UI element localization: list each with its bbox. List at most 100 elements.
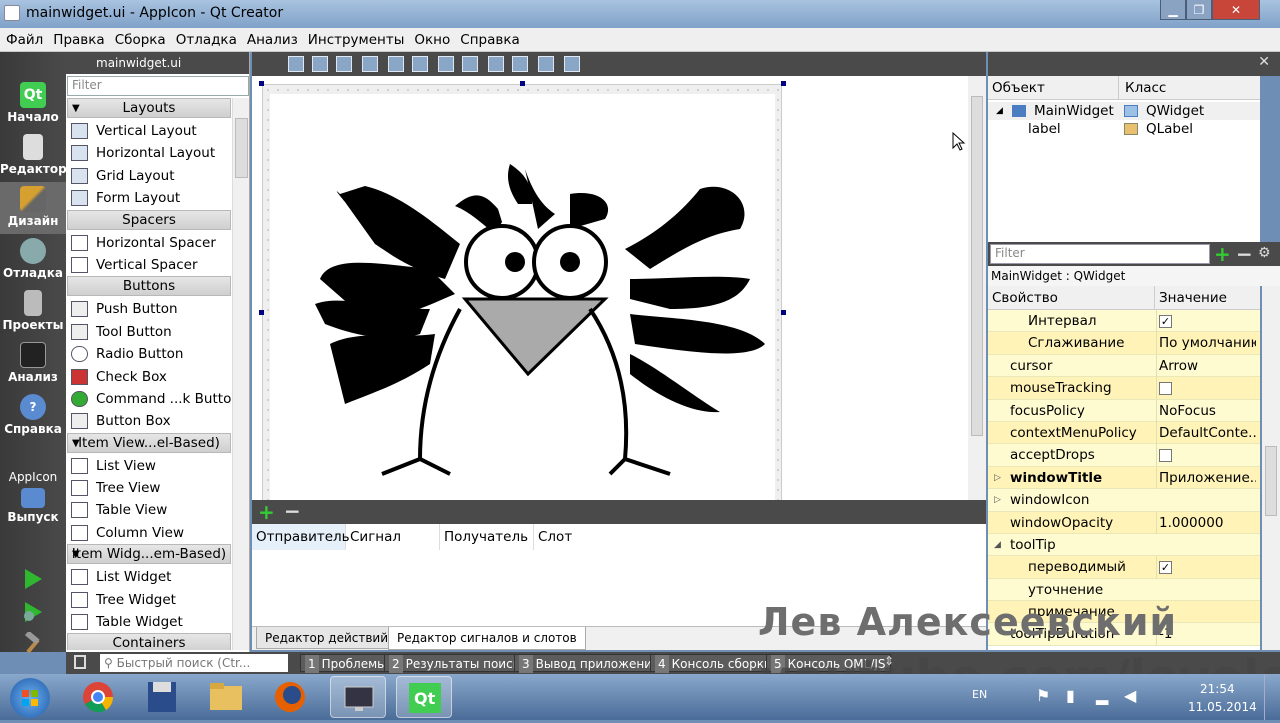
tree-row-mainwidget[interactable]: ◢ MainWidget QWidget	[988, 102, 1260, 120]
widget-radio-button[interactable]: Radio Button	[67, 343, 231, 365]
property-row[interactable]: Интервал ✓	[988, 310, 1260, 333]
category-containers[interactable]: Containers	[67, 633, 231, 650]
widget-vertical-layout[interactable]: Vertical Layout	[67, 120, 231, 142]
mode-projects[interactable]: Проекты	[0, 286, 66, 338]
add-connection-button[interactable]: +	[258, 502, 275, 522]
expand-arrow-icon[interactable]: ◢	[994, 534, 1001, 556]
category-layouts[interactable]: ▼ Layouts	[67, 98, 231, 118]
label-widget[interactable]	[270, 94, 775, 504]
widget-grid-layout[interactable]: Grid Layout	[67, 165, 231, 187]
widget-filter-input[interactable]: Filter	[67, 76, 249, 96]
widget-tool-button[interactable]: Tool Button	[67, 321, 231, 343]
mode-help[interactable]: ? Справка	[0, 390, 66, 442]
property-value[interactable]: Arrow	[1156, 354, 1256, 377]
category-item-widgets[interactable]: ▼ Item Widg...em-Based)	[67, 544, 231, 565]
column-object[interactable]: Объект	[992, 76, 1045, 100]
taskbar-save[interactable]	[134, 676, 190, 718]
category-spacers[interactable]: Spacers	[67, 209, 231, 230]
widget-command-link-button[interactable]: Command ...k Button	[67, 388, 231, 410]
canvas-scrollbar[interactable]	[968, 76, 986, 500]
column-signal[interactable]: Сигнал	[346, 524, 440, 550]
property-row[interactable]: windowOpacity 1.000000	[988, 511, 1260, 534]
menu-analyze[interactable]: Анализ	[247, 32, 298, 48]
mode-edit[interactable]: Редактор	[0, 130, 67, 182]
language-indicator[interactable]: EN	[972, 688, 987, 701]
layout-splitter-h-icon[interactable]	[438, 56, 454, 72]
column-slot[interactable]: Слот	[534, 524, 986, 550]
tab-action-editor[interactable]: Редактор действий	[256, 627, 398, 649]
widget-list-widget[interactable]: List Widget	[67, 566, 231, 588]
widget-list-view[interactable]: List View	[67, 455, 231, 477]
widget-horizontal-spacer[interactable]: Horizontal Spacer	[67, 232, 231, 254]
widget-push-button[interactable]: Push Button	[67, 298, 231, 320]
resize-handle[interactable]	[520, 81, 525, 86]
property-value[interactable]: NoFocus	[1156, 399, 1256, 422]
mode-design[interactable]: Дизайн	[0, 182, 66, 234]
menu-edit[interactable]: Правка	[53, 32, 104, 48]
break-layout-icon[interactable]	[538, 56, 554, 72]
resize-handle[interactable]	[781, 81, 786, 86]
column-sender[interactable]: Отправитель	[252, 524, 350, 550]
resize-handle[interactable]	[781, 310, 786, 315]
column-property[interactable]: Свойство	[992, 286, 1058, 310]
output-tab-compile[interactable]: 4 Консоль сборки	[650, 654, 777, 673]
close-icon[interactable]: ✕	[1258, 54, 1270, 70]
widget-table-view[interactable]: Table View	[67, 499, 231, 521]
menu-help[interactable]: Справка	[460, 32, 519, 48]
output-tab-app-output[interactable]: 3 Вывод приложения	[514, 654, 665, 673]
property-filter-input[interactable]: Filter	[990, 244, 1210, 264]
checkbox[interactable]	[1159, 381, 1172, 395]
remove-property-button[interactable]: −	[1236, 242, 1253, 266]
menu-tools[interactable]: Инструменты	[308, 32, 405, 48]
mode-welcome[interactable]: Qt Начало	[0, 78, 66, 130]
checkbox[interactable]: ✓	[1159, 314, 1172, 328]
checkbox[interactable]: ✓	[1159, 560, 1172, 574]
mode-debug[interactable]: Отладка	[0, 234, 66, 286]
layout-horizontal-icon[interactable]	[388, 56, 404, 72]
output-tab-issues[interactable]: 1 Проблемы	[300, 654, 392, 673]
checkbox[interactable]	[1159, 448, 1172, 462]
property-value[interactable]: 1.000000	[1156, 511, 1256, 534]
column-receiver[interactable]: Получатель	[440, 524, 534, 550]
property-row[interactable]: mouseTracking	[988, 377, 1260, 400]
widget-tree-view[interactable]: Tree View	[67, 477, 231, 499]
menu-window[interactable]: Окно	[414, 32, 450, 48]
column-value[interactable]: Значение	[1154, 286, 1227, 310]
menu-build[interactable]: Сборка	[115, 32, 166, 48]
configure-icon[interactable]: ⚙	[1258, 245, 1271, 261]
debug-run-button[interactable]	[20, 600, 46, 624]
property-row[interactable]: focusPolicy NoFocus	[988, 399, 1260, 422]
edit-signals-icon[interactable]	[312, 56, 328, 72]
taskbar-qtcreator[interactable]: Qt	[396, 676, 452, 718]
locator-input[interactable]: ⚲ Быстрый поиск (Ctr...	[100, 654, 288, 672]
volume-icon[interactable]: ◀	[1124, 686, 1136, 705]
widget-column-view[interactable]: Column View	[67, 522, 231, 544]
widget-tree-widget[interactable]: Tree Widget	[67, 589, 231, 611]
property-value[interactable]	[1156, 444, 1256, 467]
minimize-button[interactable]: ▁	[1160, 0, 1186, 20]
property-value[interactable]: DefaultConte...	[1156, 421, 1256, 444]
expand-arrow-icon[interactable]: ▷	[994, 489, 1001, 511]
widget-horizontal-layout[interactable]: Horizontal Layout	[67, 142, 231, 164]
layout-vertical-icon[interactable]	[412, 56, 428, 72]
taskbar-firefox[interactable]	[262, 676, 318, 718]
layout-grid-icon[interactable]	[488, 56, 504, 72]
property-value[interactable]: ✓	[1156, 310, 1256, 332]
adjust-size-icon[interactable]	[564, 56, 580, 72]
property-row[interactable]: cursor Arrow	[988, 354, 1260, 378]
scroll-thumb[interactable]	[1265, 446, 1277, 516]
mode-analyze[interactable]: Анализ	[0, 338, 66, 390]
scroll-thumb[interactable]	[235, 118, 248, 178]
edit-widgets-icon[interactable]	[288, 56, 304, 72]
property-value[interactable]: Приложение...	[1156, 466, 1256, 489]
resize-handle[interactable]	[259, 310, 264, 315]
widget-box-scrollbar[interactable]	[232, 98, 249, 650]
widget-check-box[interactable]: Check Box	[67, 366, 231, 388]
widget-form-layout[interactable]: Form Layout	[67, 187, 231, 209]
clock-date[interactable]: 11.05.2014	[1188, 700, 1257, 714]
property-row[interactable]: Сглаживание По умолчанию	[988, 332, 1260, 355]
tree-row-label[interactable]: label QLabel	[988, 120, 1260, 138]
toggle-sidebar-icon[interactable]	[74, 655, 86, 669]
maximize-button[interactable]: ❐	[1186, 0, 1212, 20]
property-row[interactable]: acceptDrops	[988, 444, 1260, 467]
